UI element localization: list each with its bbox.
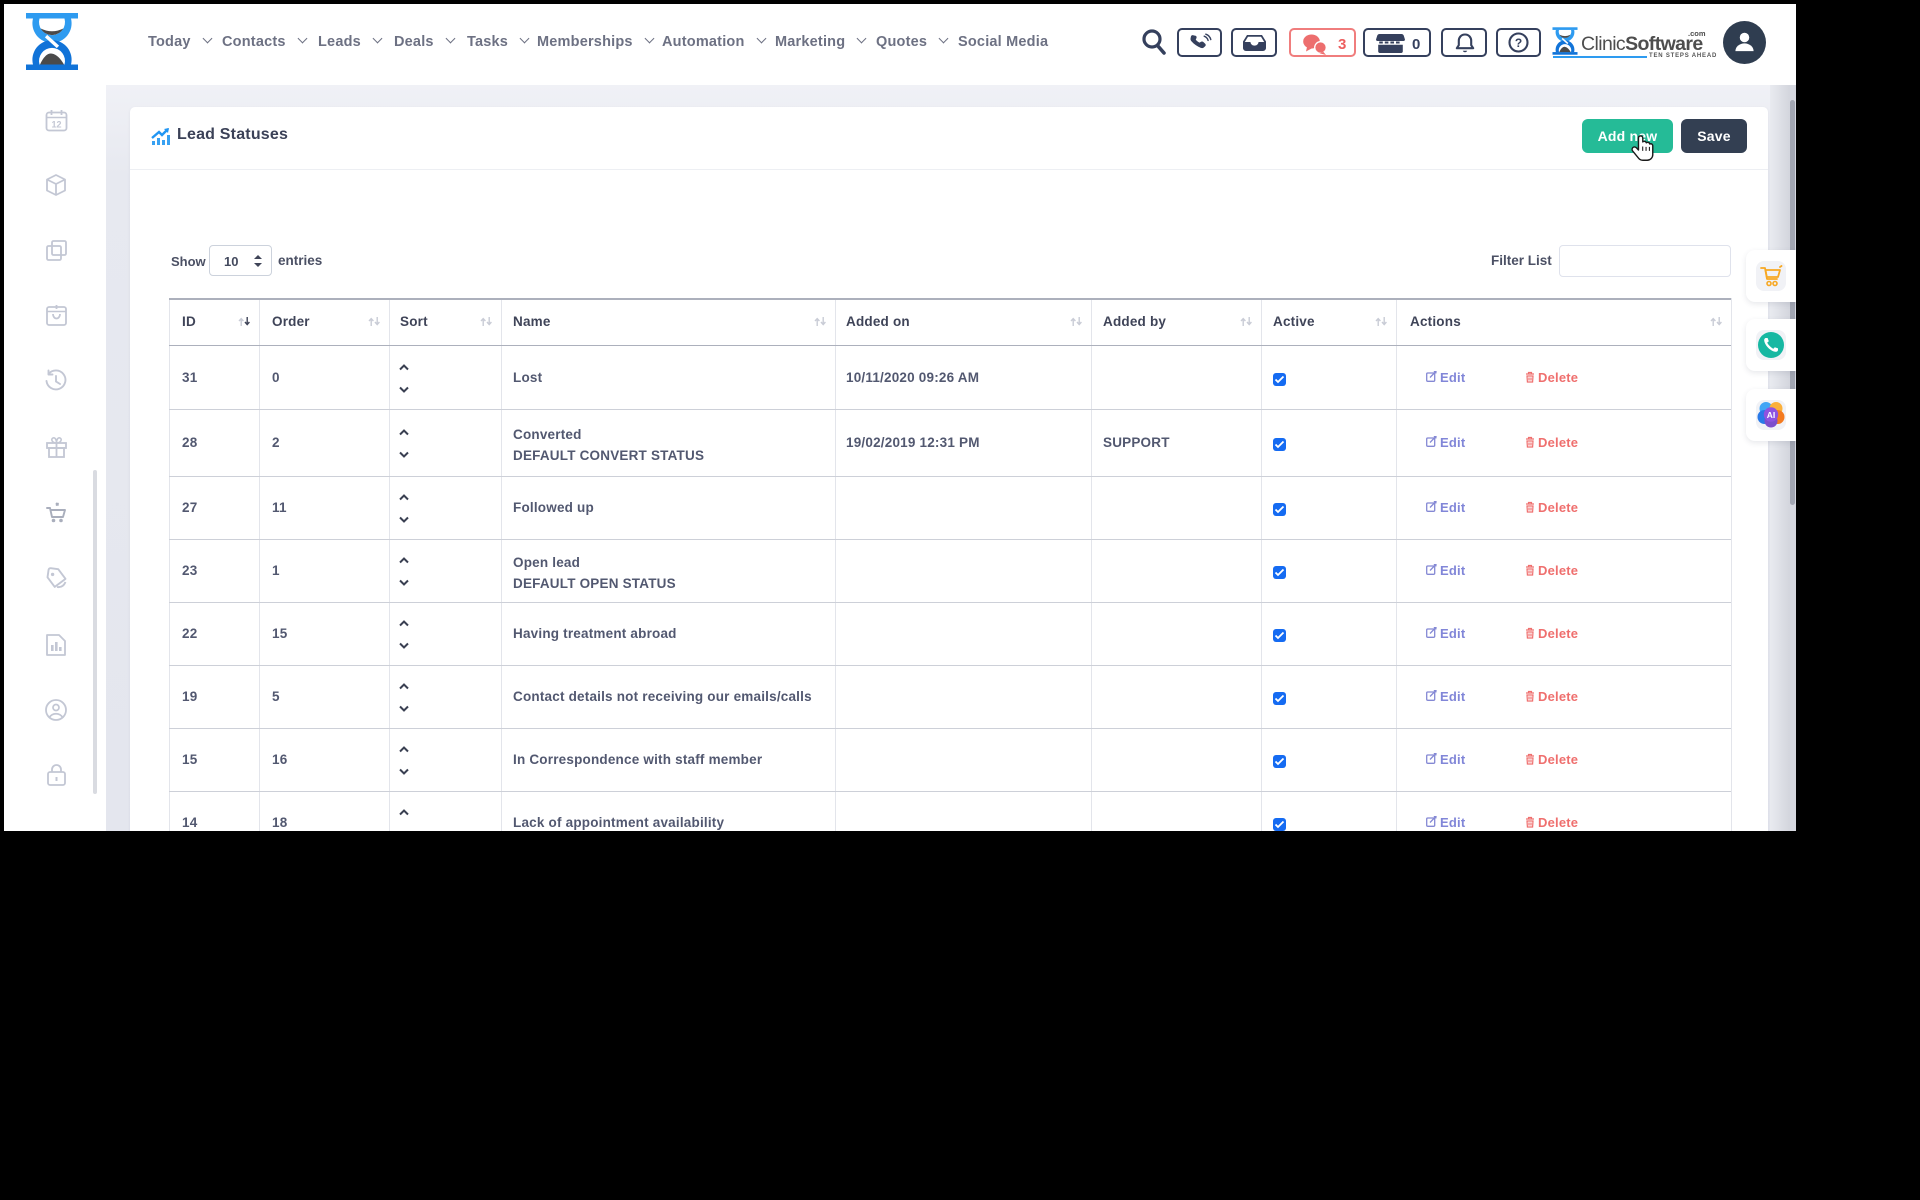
svg-text:AI: AI [1767,410,1776,420]
svg-text:12: 12 [51,119,61,129]
svg-text:?: ? [1515,36,1522,50]
